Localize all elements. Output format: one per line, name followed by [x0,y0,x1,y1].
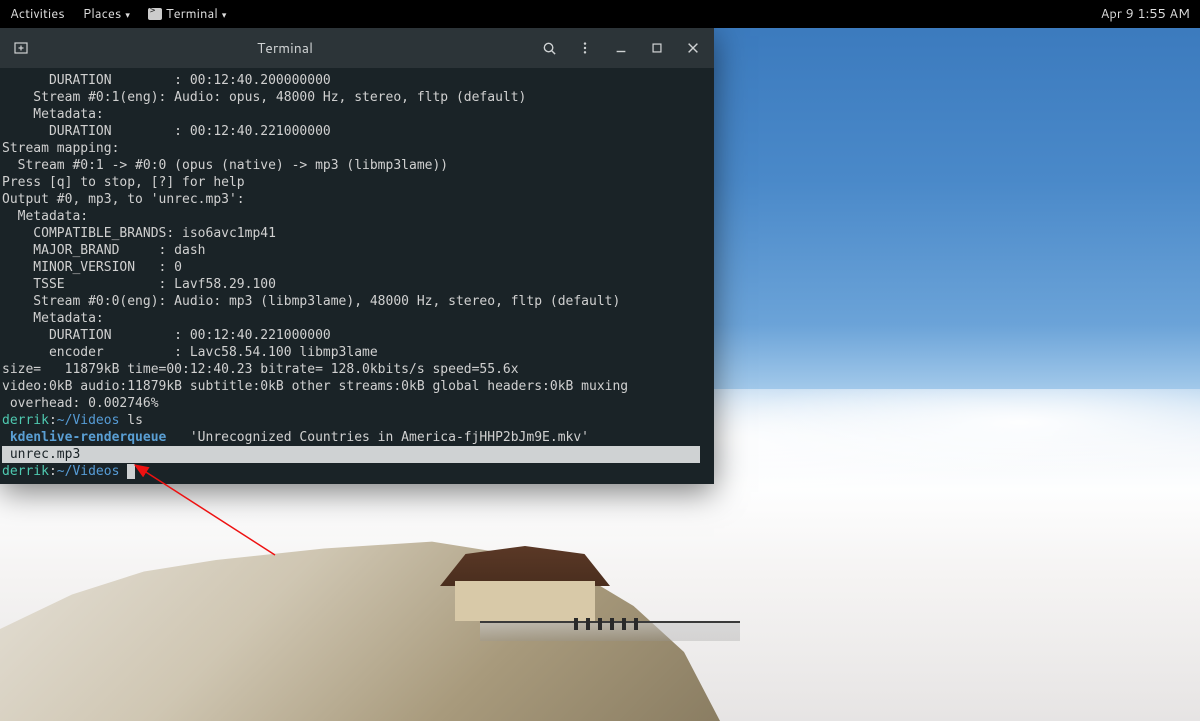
minimize-button[interactable] [608,35,634,61]
places-label: Places [83,5,122,23]
wallpaper-people [570,607,690,625]
prompt2-sep: : [49,464,57,479]
minimize-icon [614,41,628,55]
activities-label: Activities [10,5,65,23]
terminal-cursor [127,464,135,479]
window-title: Terminal [34,40,536,57]
ls-file: 'Unrecognized Countries in America-fjHHP… [174,430,589,445]
prompt2-path: ~/Videos [57,464,120,479]
terminal-icon [148,8,162,20]
terminal-content[interactable]: DURATION : 00:12:40.200000000 Stream #0:… [0,68,714,484]
maximize-icon [650,41,664,55]
datetime-label: Apr 9 1:55 AM [1101,5,1190,23]
ls-directory: kdenlive-renderqueue [2,430,174,445]
prompt-user: derrik [2,413,49,428]
chevron-down-icon: ▾ [222,8,227,21]
ls-highlighted-file: unrec.mp3 [2,446,700,463]
menu-button[interactable] [572,35,598,61]
activities-button[interactable]: Activities [10,5,65,23]
close-button[interactable] [680,35,706,61]
prompt-sep: : [49,413,57,428]
new-tab-icon [13,40,29,56]
window-titlebar[interactable]: Terminal [0,28,714,68]
command-text: ls [119,413,142,428]
places-menu[interactable]: Places ▾ [83,5,130,23]
terminal-window: Terminal [0,28,714,484]
maximize-button[interactable] [644,35,670,61]
close-icon [686,41,700,55]
chevron-down-icon: ▾ [125,8,130,21]
search-icon [542,41,557,56]
new-tab-button[interactable] [8,35,34,61]
clock[interactable]: Apr 9 1:55 AM [1101,5,1190,23]
prompt2-user: derrik [2,464,49,479]
kebab-menu-icon [578,41,592,55]
search-button[interactable] [536,35,562,61]
prompt-path: ~/Videos [57,413,120,428]
active-app-label: Terminal [166,5,218,23]
top-panel: Activities Places ▾ Terminal ▾ Apr 9 1:5… [0,0,1200,28]
active-app-menu[interactable]: Terminal ▾ [148,5,226,23]
